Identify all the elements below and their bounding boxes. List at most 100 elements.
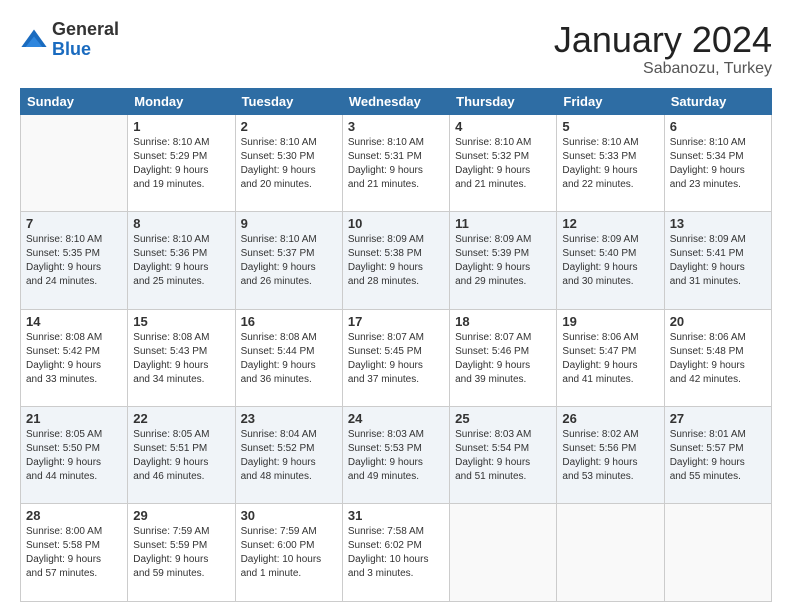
day-number: 25 bbox=[455, 411, 551, 426]
calendar-header-row: SundayMondayTuesdayWednesdayThursdayFrid… bbox=[21, 88, 772, 114]
calendar-cell: 25 Sunrise: 8:03 AM Sunset: 5:54 PM Dayli… bbox=[450, 407, 557, 504]
day-number: 18 bbox=[455, 314, 551, 329]
day-info: Sunrise: 8:09 AM Sunset: 5:40 PM Dayligh… bbox=[562, 233, 658, 289]
calendar-cell: 19Sunrise: 8:06 AM Sunset: 5:47 PM Dayli… bbox=[557, 309, 664, 406]
day-info: Sunrise: 8:05 AM Sunset: 5:50 PM Dayligh… bbox=[26, 428, 122, 484]
day-number: 30 bbox=[241, 508, 337, 523]
calendar: SundayMondayTuesdayWednesdayThursdayFrid… bbox=[20, 88, 772, 602]
day-info: Sunrise: 7:58 AM Sunset: 6:02 PM Dayligh… bbox=[348, 525, 444, 581]
day-info: Sunrise: 8:03 AM Sunset: 5:54 PM Dayligh… bbox=[455, 428, 551, 484]
day-info: Sunrise: 8:10 AM Sunset: 5:35 PM Dayligh… bbox=[26, 233, 122, 289]
day-number: 2 bbox=[241, 119, 337, 134]
day-number: 11 bbox=[455, 216, 551, 231]
day-number: 13 bbox=[670, 216, 766, 231]
header-cell-tuesday: Tuesday bbox=[235, 88, 342, 114]
calendar-cell: 9Sunrise: 8:10 AM Sunset: 5:37 PM Daylig… bbox=[235, 212, 342, 309]
day-number: 1 bbox=[133, 119, 229, 134]
calendar-cell bbox=[557, 504, 664, 602]
calendar-cell: 16Sunrise: 8:08 AM Sunset: 5:44 PM Dayli… bbox=[235, 309, 342, 406]
calendar-cell: 28Sunrise: 8:00 AM Sunset: 5:58 PM Dayli… bbox=[21, 504, 128, 602]
calendar-week-4: 28Sunrise: 8:00 AM Sunset: 5:58 PM Dayli… bbox=[21, 504, 772, 602]
day-number: 14 bbox=[26, 314, 122, 329]
logo-text: General Blue bbox=[52, 20, 119, 60]
day-info: Sunrise: 7:59 AM Sunset: 6:00 PM Dayligh… bbox=[241, 525, 337, 581]
calendar-cell: 14Sunrise: 8:08 AM Sunset: 5:42 PM Dayli… bbox=[21, 309, 128, 406]
calendar-cell: 12 Sunrise: 8:09 AM Sunset: 5:40 PM Dayli… bbox=[557, 212, 664, 309]
day-number: 20 bbox=[670, 314, 766, 329]
day-number: 3 bbox=[348, 119, 444, 134]
calendar-week-3: 21 Sunrise: 8:05 AM Sunset: 5:50 PM Dayli… bbox=[21, 407, 772, 504]
calendar-cell bbox=[450, 504, 557, 602]
day-number: 6 bbox=[670, 119, 766, 134]
calendar-week-1: 7 Sunrise: 8:10 AM Sunset: 5:35 PM Daylig… bbox=[21, 212, 772, 309]
day-info: Sunrise: 8:10 AM Sunset: 5:36 PM Dayligh… bbox=[133, 233, 229, 289]
calendar-cell bbox=[21, 114, 128, 211]
day-info: Sunrise: 8:09 AM Sunset: 5:41 PM Dayligh… bbox=[670, 233, 766, 289]
day-info: Sunrise: 8:10 AM Sunset: 5:33 PM Dayligh… bbox=[562, 136, 658, 192]
day-number: 17 bbox=[348, 314, 444, 329]
calendar-cell: 22 Sunrise: 8:05 AM Sunset: 5:51 PM Dayli… bbox=[128, 407, 235, 504]
calendar-cell bbox=[664, 504, 771, 602]
calendar-cell: 30 Sunrise: 7:59 AM Sunset: 6:00 PM Dayli… bbox=[235, 504, 342, 602]
day-info: Sunrise: 8:05 AM Sunset: 5:51 PM Dayligh… bbox=[133, 428, 229, 484]
day-info: Sunrise: 8:10 AM Sunset: 5:32 PM Dayligh… bbox=[455, 136, 551, 192]
calendar-cell: 11Sunrise: 8:09 AM Sunset: 5:39 PM Dayli… bbox=[450, 212, 557, 309]
calendar-cell: 10 Sunrise: 8:09 AM Sunset: 5:38 PM Dayli… bbox=[342, 212, 449, 309]
calendar-cell: 15 Sunrise: 8:08 AM Sunset: 5:43 PM Dayli… bbox=[128, 309, 235, 406]
calendar-week-2: 14Sunrise: 8:08 AM Sunset: 5:42 PM Dayli… bbox=[21, 309, 772, 406]
logo-icon bbox=[20, 26, 48, 54]
calendar-cell: 3Sunrise: 8:10 AM Sunset: 5:31 PM Daylig… bbox=[342, 114, 449, 211]
day-number: 5 bbox=[562, 119, 658, 134]
calendar-cell: 17 Sunrise: 8:07 AM Sunset: 5:45 PM Dayli… bbox=[342, 309, 449, 406]
calendar-cell: 20 Sunrise: 8:06 AM Sunset: 5:48 PM Dayli… bbox=[664, 309, 771, 406]
calendar-cell: 27 Sunrise: 8:01 AM Sunset: 5:57 PM Dayli… bbox=[664, 407, 771, 504]
day-number: 21 bbox=[26, 411, 122, 426]
day-number: 22 bbox=[133, 411, 229, 426]
day-info: Sunrise: 8:01 AM Sunset: 5:57 PM Dayligh… bbox=[670, 428, 766, 484]
day-number: 29 bbox=[133, 508, 229, 523]
day-number: 15 bbox=[133, 314, 229, 329]
title-section: January 2024 Sabanozu, Turkey bbox=[554, 20, 772, 78]
page: General Blue January 2024 Sabanozu, Turk… bbox=[0, 0, 792, 612]
day-info: Sunrise: 8:07 AM Sunset: 5:45 PM Dayligh… bbox=[348, 331, 444, 387]
day-number: 16 bbox=[241, 314, 337, 329]
day-number: 31 bbox=[348, 508, 444, 523]
day-number: 4 bbox=[455, 119, 551, 134]
header-cell-sunday: Sunday bbox=[21, 88, 128, 114]
header-cell-monday: Monday bbox=[128, 88, 235, 114]
day-info: Sunrise: 8:06 AM Sunset: 5:48 PM Dayligh… bbox=[670, 331, 766, 387]
day-number: 27 bbox=[670, 411, 766, 426]
header-cell-friday: Friday bbox=[557, 88, 664, 114]
day-info: Sunrise: 8:10 AM Sunset: 5:34 PM Dayligh… bbox=[670, 136, 766, 192]
header-cell-thursday: Thursday bbox=[450, 88, 557, 114]
header-cell-saturday: Saturday bbox=[664, 88, 771, 114]
calendar-cell: 31 Sunrise: 7:58 AM Sunset: 6:02 PM Dayli… bbox=[342, 504, 449, 602]
header-cell-wednesday: Wednesday bbox=[342, 88, 449, 114]
calendar-cell: 21 Sunrise: 8:05 AM Sunset: 5:50 PM Dayli… bbox=[21, 407, 128, 504]
calendar-cell: 23Sunrise: 8:04 AM Sunset: 5:52 PM Dayli… bbox=[235, 407, 342, 504]
day-number: 12 bbox=[562, 216, 658, 231]
logo-general: General bbox=[52, 20, 119, 40]
logo: General Blue bbox=[20, 20, 119, 60]
calendar-cell: 26Sunrise: 8:02 AM Sunset: 5:56 PM Dayli… bbox=[557, 407, 664, 504]
day-number: 24 bbox=[348, 411, 444, 426]
day-number: 8 bbox=[133, 216, 229, 231]
calendar-cell: 6 Sunrise: 8:10 AM Sunset: 5:34 PM Daylig… bbox=[664, 114, 771, 211]
day-number: 7 bbox=[26, 216, 122, 231]
day-info: Sunrise: 8:09 AM Sunset: 5:38 PM Dayligh… bbox=[348, 233, 444, 289]
day-number: 10 bbox=[348, 216, 444, 231]
day-number: 26 bbox=[562, 411, 658, 426]
calendar-cell: 24Sunrise: 8:03 AM Sunset: 5:53 PM Dayli… bbox=[342, 407, 449, 504]
day-info: Sunrise: 8:08 AM Sunset: 5:43 PM Dayligh… bbox=[133, 331, 229, 387]
calendar-week-0: 1Sunrise: 8:10 AM Sunset: 5:29 PM Daylig… bbox=[21, 114, 772, 211]
calendar-cell: 5 Sunrise: 8:10 AM Sunset: 5:33 PM Daylig… bbox=[557, 114, 664, 211]
calendar-cell: 2 Sunrise: 8:10 AM Sunset: 5:30 PM Daylig… bbox=[235, 114, 342, 211]
calendar-cell: 8 Sunrise: 8:10 AM Sunset: 5:36 PM Daylig… bbox=[128, 212, 235, 309]
day-info: Sunrise: 7:59 AM Sunset: 5:59 PM Dayligh… bbox=[133, 525, 229, 581]
calendar-cell: 1Sunrise: 8:10 AM Sunset: 5:29 PM Daylig… bbox=[128, 114, 235, 211]
calendar-cell: 18Sunrise: 8:07 AM Sunset: 5:46 PM Dayli… bbox=[450, 309, 557, 406]
day-info: Sunrise: 8:10 AM Sunset: 5:30 PM Dayligh… bbox=[241, 136, 337, 192]
logo-blue: Blue bbox=[52, 40, 119, 60]
calendar-cell: 7 Sunrise: 8:10 AM Sunset: 5:35 PM Daylig… bbox=[21, 212, 128, 309]
calendar-cell: 29 Sunrise: 7:59 AM Sunset: 5:59 PM Dayli… bbox=[128, 504, 235, 602]
